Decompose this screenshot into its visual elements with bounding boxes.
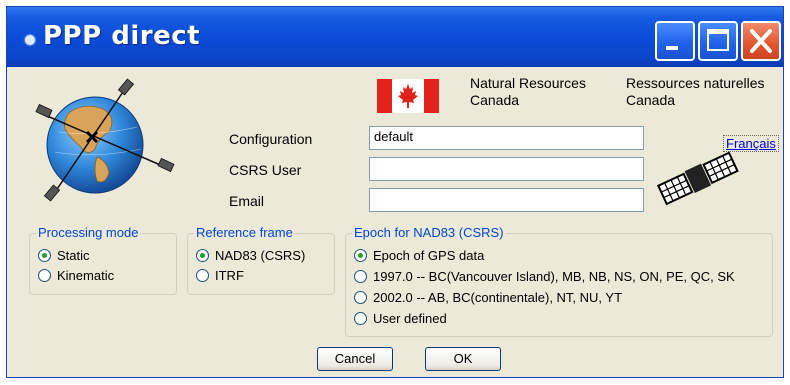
app-icon [25, 35, 35, 45]
nad83-label: NAD83 (CSRS) [215, 248, 306, 263]
radio-nad83[interactable] [196, 249, 209, 262]
radio-static[interactable] [38, 249, 51, 262]
org-name-en: Natural Resources Canada [470, 75, 586, 109]
app-window: PPP direct Natural Resources Canada Ress… [6, 6, 784, 378]
radio-itrf[interactable] [196, 269, 209, 282]
epoch-2002-label: 2002.0 -- AB, BC(continentale), NT, NU, … [373, 290, 623, 305]
processing-mode-kinematic-option[interactable]: Kinematic [38, 268, 114, 283]
minimize-icon [666, 46, 678, 50]
maximize-icon [707, 29, 729, 51]
configuration-label: Configuration [229, 131, 313, 147]
epoch-gps-label: Epoch of GPS data [373, 248, 485, 263]
reference-frame-itrf-option[interactable]: ITRF [196, 268, 244, 283]
radio-epoch-gps[interactable] [354, 249, 367, 262]
radio-epoch-1997[interactable] [354, 270, 367, 283]
epoch-user-defined-option[interactable]: User defined [354, 311, 447, 326]
epoch-user-label: User defined [373, 311, 447, 326]
org-name-en-line1: Natural Resources [470, 75, 586, 91]
epoch-group: Epoch for NAD83 (CSRS) Epoch of GPS data… [345, 225, 773, 337]
org-name-fr: Ressources naturelles Canada [626, 75, 765, 109]
reference-frame-title: Reference frame [194, 225, 295, 240]
processing-mode-group: Processing mode Static Kinematic [29, 225, 177, 295]
radio-epoch-2002[interactable] [354, 291, 367, 304]
org-name-fr-line2: Canada [626, 92, 676, 108]
processing-mode-static-option[interactable]: Static [38, 248, 90, 263]
title-bar[interactable]: PPP direct [7, 7, 783, 67]
maximize-button[interactable] [698, 21, 738, 61]
itrf-label: ITRF [215, 268, 244, 283]
processing-mode-title: Processing mode [36, 225, 141, 240]
cancel-button[interactable]: Cancel [317, 347, 393, 371]
reference-frame-nad83-option[interactable]: NAD83 (CSRS) [196, 248, 305, 263]
email-field[interactable] [369, 188, 644, 212]
ok-button[interactable]: OK [425, 347, 501, 371]
csrs-user-field[interactable] [369, 157, 644, 181]
window-title: PPP direct [43, 21, 201, 51]
org-name-fr-line1: Ressources naturelles [626, 75, 765, 91]
minimize-button[interactable] [655, 21, 695, 61]
globe-satellites-icon [35, 78, 175, 202]
email-label: Email [229, 193, 265, 209]
epoch-2002-option[interactable]: 2002.0 -- AB, BC(continentale), NT, NU, … [354, 290, 622, 305]
csrs-user-label: CSRS User [229, 162, 302, 178]
org-name-en-line2: Canada [470, 92, 520, 108]
close-button[interactable] [741, 21, 781, 61]
epoch-1997-label: 1997.0 -- BC(Vancouver Island), MB, NB, … [373, 269, 735, 284]
canada-flag-icon [377, 79, 439, 113]
epoch-gps-data-option[interactable]: Epoch of GPS data [354, 248, 484, 263]
close-icon [750, 29, 772, 53]
satellite-icon [656, 151, 739, 206]
kinematic-label: Kinematic [57, 268, 115, 283]
configuration-field[interactable]: default [369, 126, 644, 150]
epoch-title: Epoch for NAD83 (CSRS) [352, 225, 506, 240]
reference-frame-group: Reference frame NAD83 (CSRS) ITRF [187, 225, 335, 295]
radio-kinematic[interactable] [38, 269, 51, 282]
epoch-1997-option[interactable]: 1997.0 -- BC(Vancouver Island), MB, NB, … [354, 269, 735, 284]
static-label: Static [57, 248, 90, 263]
radio-epoch-user[interactable] [354, 312, 367, 325]
